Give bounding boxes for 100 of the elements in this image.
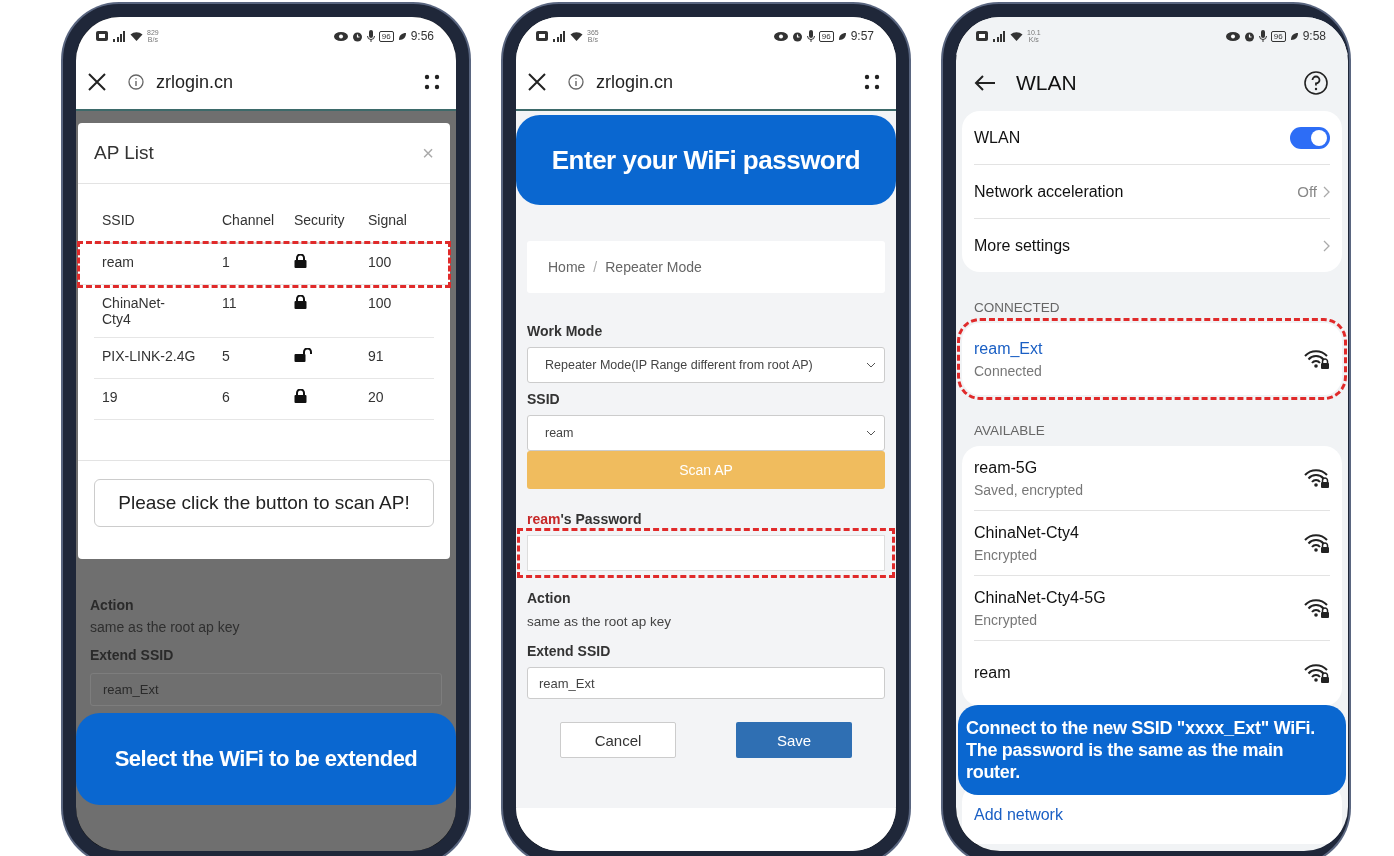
clock-time: 9:57 bbox=[850, 29, 874, 43]
menu-icon[interactable] bbox=[424, 74, 440, 90]
table-cell-text: 100 bbox=[368, 254, 393, 270]
table-cell-text: 20 bbox=[368, 389, 385, 405]
table-cell-text: 5 bbox=[222, 348, 231, 364]
close-icon[interactable] bbox=[88, 73, 106, 91]
leaf-icon bbox=[837, 31, 847, 41]
table-cell-text: 100 bbox=[368, 295, 393, 311]
password-field[interactable] bbox=[527, 535, 885, 571]
table-cell-text: PIX-LINK-2.4G bbox=[102, 348, 197, 364]
sim-icon bbox=[536, 31, 548, 41]
section-header: AVAILABLE bbox=[973, 422, 1046, 440]
password-label: ream's Password bbox=[527, 511, 643, 527]
wifi-icon bbox=[570, 30, 583, 42]
help-icon[interactable] bbox=[1304, 71, 1328, 95]
table-cell-text: 19 bbox=[102, 389, 119, 405]
clock-time: 9:58 bbox=[1302, 29, 1326, 43]
eye-icon bbox=[333, 31, 348, 41]
callout-banner: Enter your WiFi password bbox=[516, 115, 896, 205]
toggle-switch[interactable] bbox=[1290, 126, 1330, 149]
callout-banner: Connect to the new SSID "xxxx_Ext" WiFi. The password is the same as the main router. bbox=[958, 705, 1346, 795]
field-label: SSID bbox=[527, 391, 561, 407]
clock-time: 9:56 bbox=[410, 29, 434, 43]
table-cell-text: 91 bbox=[368, 348, 385, 364]
field-label: Extend SSID bbox=[90, 647, 175, 663]
table-cell-text: ream bbox=[102, 254, 135, 270]
network-item[interactable]: ream-5G Saved, encrypted bbox=[974, 446, 1330, 511]
wifi-lock-icon bbox=[1304, 533, 1330, 553]
battery-level: 96 bbox=[1270, 30, 1286, 42]
sim-icon bbox=[96, 31, 108, 41]
wifi-icon bbox=[130, 30, 143, 42]
page-title: WLAN bbox=[1016, 71, 1078, 95]
ssid-select[interactable]: ream bbox=[527, 415, 885, 451]
scan-button[interactable]: Please click the button to scan AP! bbox=[94, 479, 434, 527]
signal-icon bbox=[112, 30, 126, 42]
column-header: Signal bbox=[368, 212, 408, 228]
info-icon bbox=[568, 74, 584, 90]
table-cell-text: 6 bbox=[222, 389, 231, 405]
cancel-button[interactable]: Cancel bbox=[560, 722, 676, 758]
table-cell-text: ChinaNet- Cty4 bbox=[102, 295, 167, 327]
leaf-icon bbox=[1289, 31, 1299, 41]
back-arrow-icon[interactable] bbox=[974, 75, 996, 91]
alarm-icon bbox=[351, 30, 363, 42]
lock-icon bbox=[294, 389, 307, 403]
action-text: same as the root ap key bbox=[527, 614, 673, 629]
wifi-lock-icon bbox=[1304, 349, 1330, 369]
chevron-down-icon bbox=[866, 430, 876, 436]
breadcrumb-current: Repeater Mode bbox=[605, 259, 702, 275]
menu-icon[interactable] bbox=[864, 74, 880, 90]
field-label: Extend SSID bbox=[527, 643, 612, 659]
alarm-icon bbox=[791, 30, 803, 42]
setting-label[interactable]: Network acceleration bbox=[974, 182, 1124, 201]
ap-row[interactable]: ream 1 100 bbox=[80, 244, 448, 285]
wifi-lock-icon bbox=[1304, 663, 1330, 683]
chevron-right-icon bbox=[1323, 239, 1330, 252]
field-label: Action bbox=[90, 597, 135, 613]
eye-icon bbox=[773, 31, 788, 41]
page-url: zrlogin.cn bbox=[156, 71, 235, 93]
field-label: Action bbox=[527, 590, 572, 606]
setting-label[interactable]: More settings bbox=[974, 236, 1071, 255]
section-header: CONNECTED bbox=[973, 299, 1061, 317]
close-icon[interactable] bbox=[528, 73, 546, 91]
sim-icon bbox=[976, 31, 988, 41]
ap-row[interactable]: ChinaNet- Cty4 11 100 bbox=[94, 285, 434, 338]
wifi-lock-icon bbox=[1304, 598, 1330, 618]
setting-label[interactable]: WLAN bbox=[974, 128, 1021, 147]
action-text: same as the root ap key bbox=[90, 619, 241, 635]
signal-icon bbox=[552, 30, 566, 42]
microphone-icon bbox=[366, 30, 375, 42]
microphone-icon bbox=[806, 30, 815, 42]
info-icon bbox=[128, 74, 144, 90]
breadcrumb-separator: / bbox=[593, 259, 598, 275]
chevron-right-icon bbox=[1323, 185, 1330, 198]
battery-level: 96 bbox=[818, 30, 834, 42]
column-header: Security bbox=[294, 212, 346, 228]
page-url: zrlogin.cn bbox=[596, 71, 675, 93]
breadcrumb-link[interactable]: Home bbox=[548, 259, 586, 275]
network-item[interactable]: ChinaNet-Cty4 Encrypted bbox=[974, 511, 1330, 576]
add-network-link[interactable]: Add network bbox=[974, 806, 1063, 823]
signal-icon bbox=[992, 30, 1006, 42]
table-cell-text: 1 bbox=[222, 254, 231, 270]
table-cell-text: 11 bbox=[222, 295, 238, 311]
leaf-icon bbox=[397, 31, 407, 41]
network-item[interactable]: ChinaNet-Cty4-5G Encrypted bbox=[974, 576, 1330, 641]
wifi-lock-icon bbox=[1304, 468, 1330, 488]
save-button[interactable]: Save bbox=[736, 722, 852, 758]
battery-level: 96 bbox=[378, 30, 394, 42]
unlocked-lock-icon bbox=[294, 348, 314, 362]
extend-ssid-field[interactable]: ream_Ext bbox=[527, 667, 885, 699]
wifi-icon bbox=[1010, 30, 1023, 42]
column-header: SSID bbox=[102, 212, 136, 228]
work-mode-select[interactable]: Repeater Mode(IP Range different from root AP) bbox=[527, 347, 885, 383]
callout-banner: Select the WiFi to be extended bbox=[76, 713, 456, 805]
column-header: Channel bbox=[222, 212, 276, 228]
ap-row[interactable]: 19 6 20 bbox=[94, 379, 434, 420]
lock-icon bbox=[294, 295, 307, 309]
field-label: Work Mode bbox=[527, 323, 604, 339]
alarm-icon bbox=[1243, 30, 1255, 42]
chevron-down-icon bbox=[866, 362, 876, 368]
ap-row[interactable]: PIX-LINK-2.4G 5 91 bbox=[94, 338, 434, 379]
